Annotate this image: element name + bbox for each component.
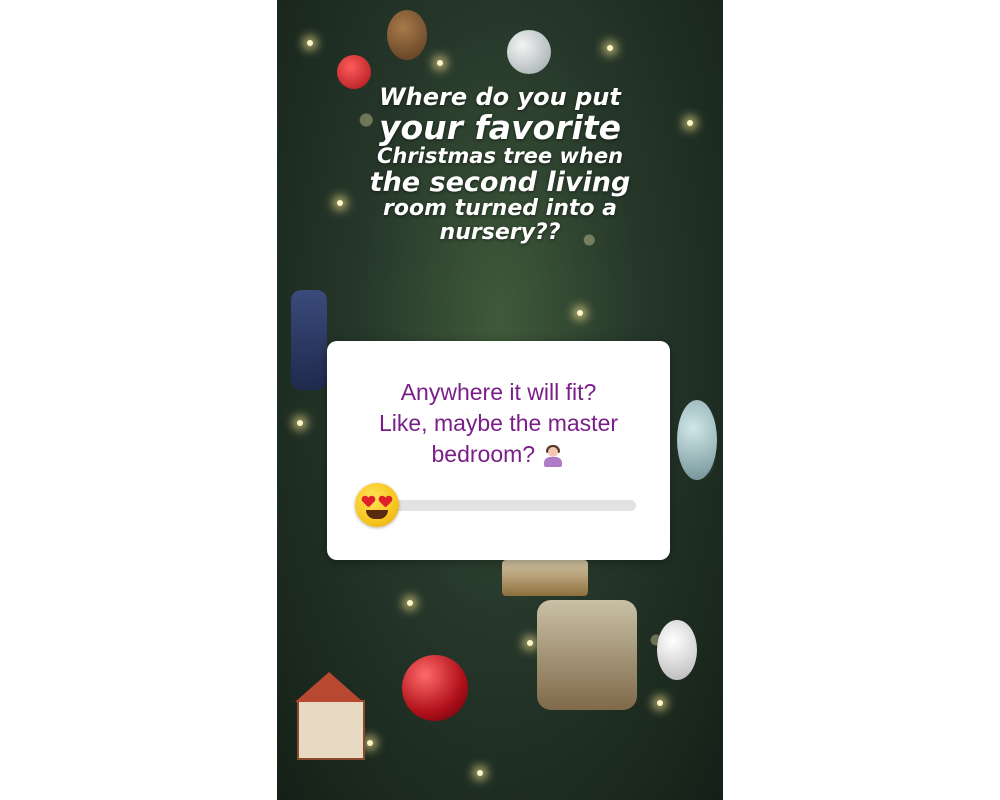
tree-light <box>577 310 583 316</box>
emoji-slider-poll-card: Anywhere it will fit? Like, maybe the ma… <box>327 341 670 560</box>
poll-question: Anywhere it will fit? Like, maybe the ma… <box>347 377 650 470</box>
page: Where do you put your favorite Christmas… <box>0 0 1000 800</box>
caption-line: the second living <box>369 167 631 198</box>
heart-eye-icon <box>379 496 392 508</box>
emoji-slider-track[interactable] <box>375 500 636 511</box>
pinecone-ornament <box>387 10 427 60</box>
cat-ornament <box>657 620 697 680</box>
heart-eye-icon <box>362 496 375 508</box>
tree-light <box>437 60 443 66</box>
woman-shrugging-emoji-icon <box>541 444 565 468</box>
story-caption: Where do you put your favorite Christmas… <box>300 84 700 245</box>
heart-eyes-emoji-icon[interactable] <box>355 483 399 527</box>
tree-light <box>657 700 663 706</box>
poll-question-line-last: bedroom? <box>347 439 650 470</box>
tree-light <box>297 420 303 426</box>
tree-light <box>607 45 613 51</box>
red-ball-ornament <box>402 655 468 721</box>
caption-line: your favorite <box>379 108 621 147</box>
caption-line: Christmas tree when <box>376 144 624 168</box>
tree-light <box>307 40 313 46</box>
poll-question-line: bedroom? <box>431 441 536 467</box>
blue-ornament <box>291 290 327 390</box>
framed-ornament <box>502 560 588 596</box>
glass-ornament <box>507 30 551 74</box>
smile-mouth <box>366 510 388 519</box>
tree-light <box>407 600 413 606</box>
gingerbread-roof <box>295 672 363 702</box>
glass-globe-ornament <box>677 400 717 480</box>
caption-line: Where do you put <box>379 83 621 111</box>
tree-light <box>527 640 533 646</box>
poll-question-line: Like, maybe the master <box>378 410 619 436</box>
tree-light <box>367 740 373 746</box>
gingerbread-house-ornament <box>297 700 365 760</box>
tree-light <box>477 770 483 776</box>
santa-ornament <box>537 600 637 710</box>
caption-line: nursery?? <box>439 220 561 245</box>
poll-question-line: Anywhere it will fit? <box>400 379 597 405</box>
caption-line: room turned into a <box>382 196 618 221</box>
